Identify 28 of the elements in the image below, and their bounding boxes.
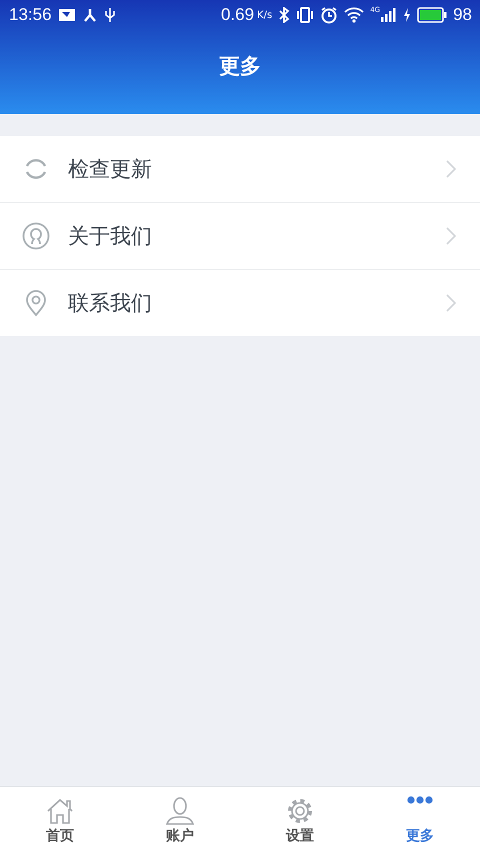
tab[interactable]: 账户 xyxy=(120,787,240,853)
user-icon xyxy=(165,796,195,826)
signal-icon xyxy=(381,7,398,23)
tab[interactable]: 更多 xyxy=(360,787,480,853)
menu-item[interactable]: 检查更新 xyxy=(0,136,480,203)
chevron-right-icon xyxy=(446,294,456,312)
clock: 13:56 xyxy=(9,5,52,25)
menu-item[interactable]: 联系我们 xyxy=(0,270,480,336)
share-icon xyxy=(82,7,98,23)
menu-item[interactable]: 关于我们 xyxy=(0,203,480,270)
tab[interactable]: 首页 xyxy=(0,787,120,853)
page-title: 更多 xyxy=(219,53,261,80)
charging-icon xyxy=(403,8,412,22)
more-icon xyxy=(407,796,433,804)
vibrate-icon xyxy=(296,7,314,23)
speed-unit: K/s xyxy=(257,10,272,20)
usb-icon xyxy=(104,7,116,23)
chevron-right-icon xyxy=(446,227,456,245)
chevron-right-icon xyxy=(446,160,456,178)
bluetooth-icon xyxy=(278,7,290,23)
network-speed: 0.69 xyxy=(220,5,254,25)
wifi-icon xyxy=(344,7,364,23)
tab[interactable]: 设置 xyxy=(240,787,360,853)
battery-icon xyxy=(417,7,448,23)
battery-percent: 98 xyxy=(453,5,472,25)
alarm-icon xyxy=(320,6,338,24)
image-icon xyxy=(58,8,76,22)
person-icon xyxy=(22,222,50,250)
